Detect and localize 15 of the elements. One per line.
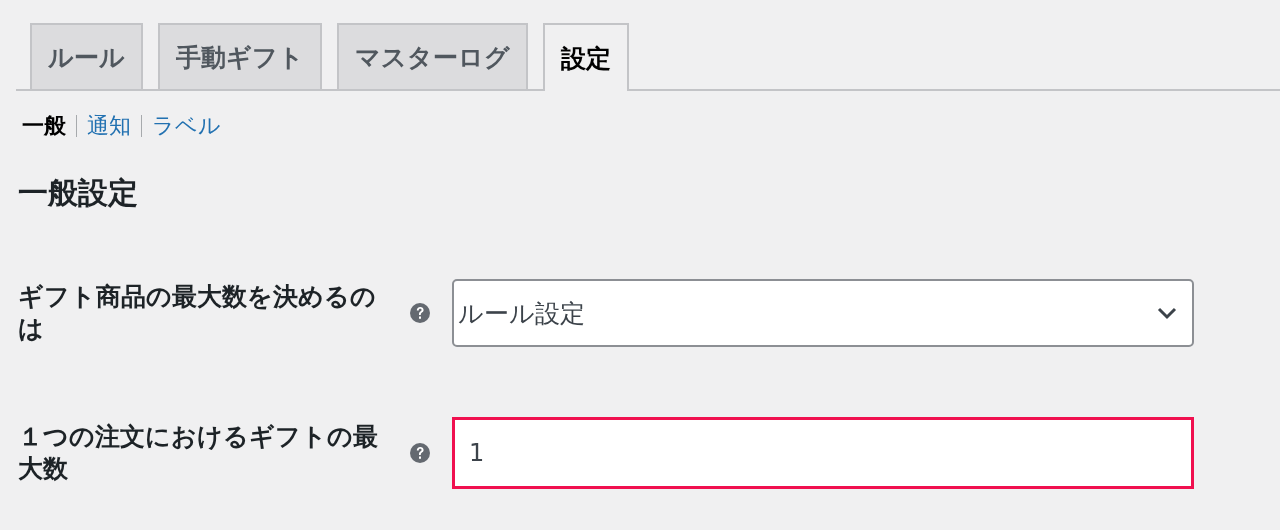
help-icon[interactable] [409, 302, 431, 324]
setting-label: ギフト商品の最大数を決めるのは [18, 281, 377, 345]
tab[interactable]: 設定 [543, 23, 629, 91]
tab[interactable]: ルール [30, 23, 143, 89]
tab[interactable]: 手動ギフト [158, 23, 322, 89]
chevron-down-icon [1156, 306, 1178, 320]
help-icon[interactable] [409, 442, 431, 464]
tab[interactable]: マスターログ [337, 23, 528, 89]
subnav-link[interactable]: 通知 [87, 111, 131, 141]
subnav-link[interactable]: ラベル [152, 111, 221, 141]
select-field[interactable]: ルール設定 [452, 279, 1194, 347]
subnav-link[interactable]: 一般 [22, 111, 66, 141]
setting-label: １つの注文におけるギフトの最大数 [18, 421, 378, 485]
input-field[interactable]: 1 [452, 417, 1194, 489]
section-heading: 一般設定 [18, 175, 139, 211]
